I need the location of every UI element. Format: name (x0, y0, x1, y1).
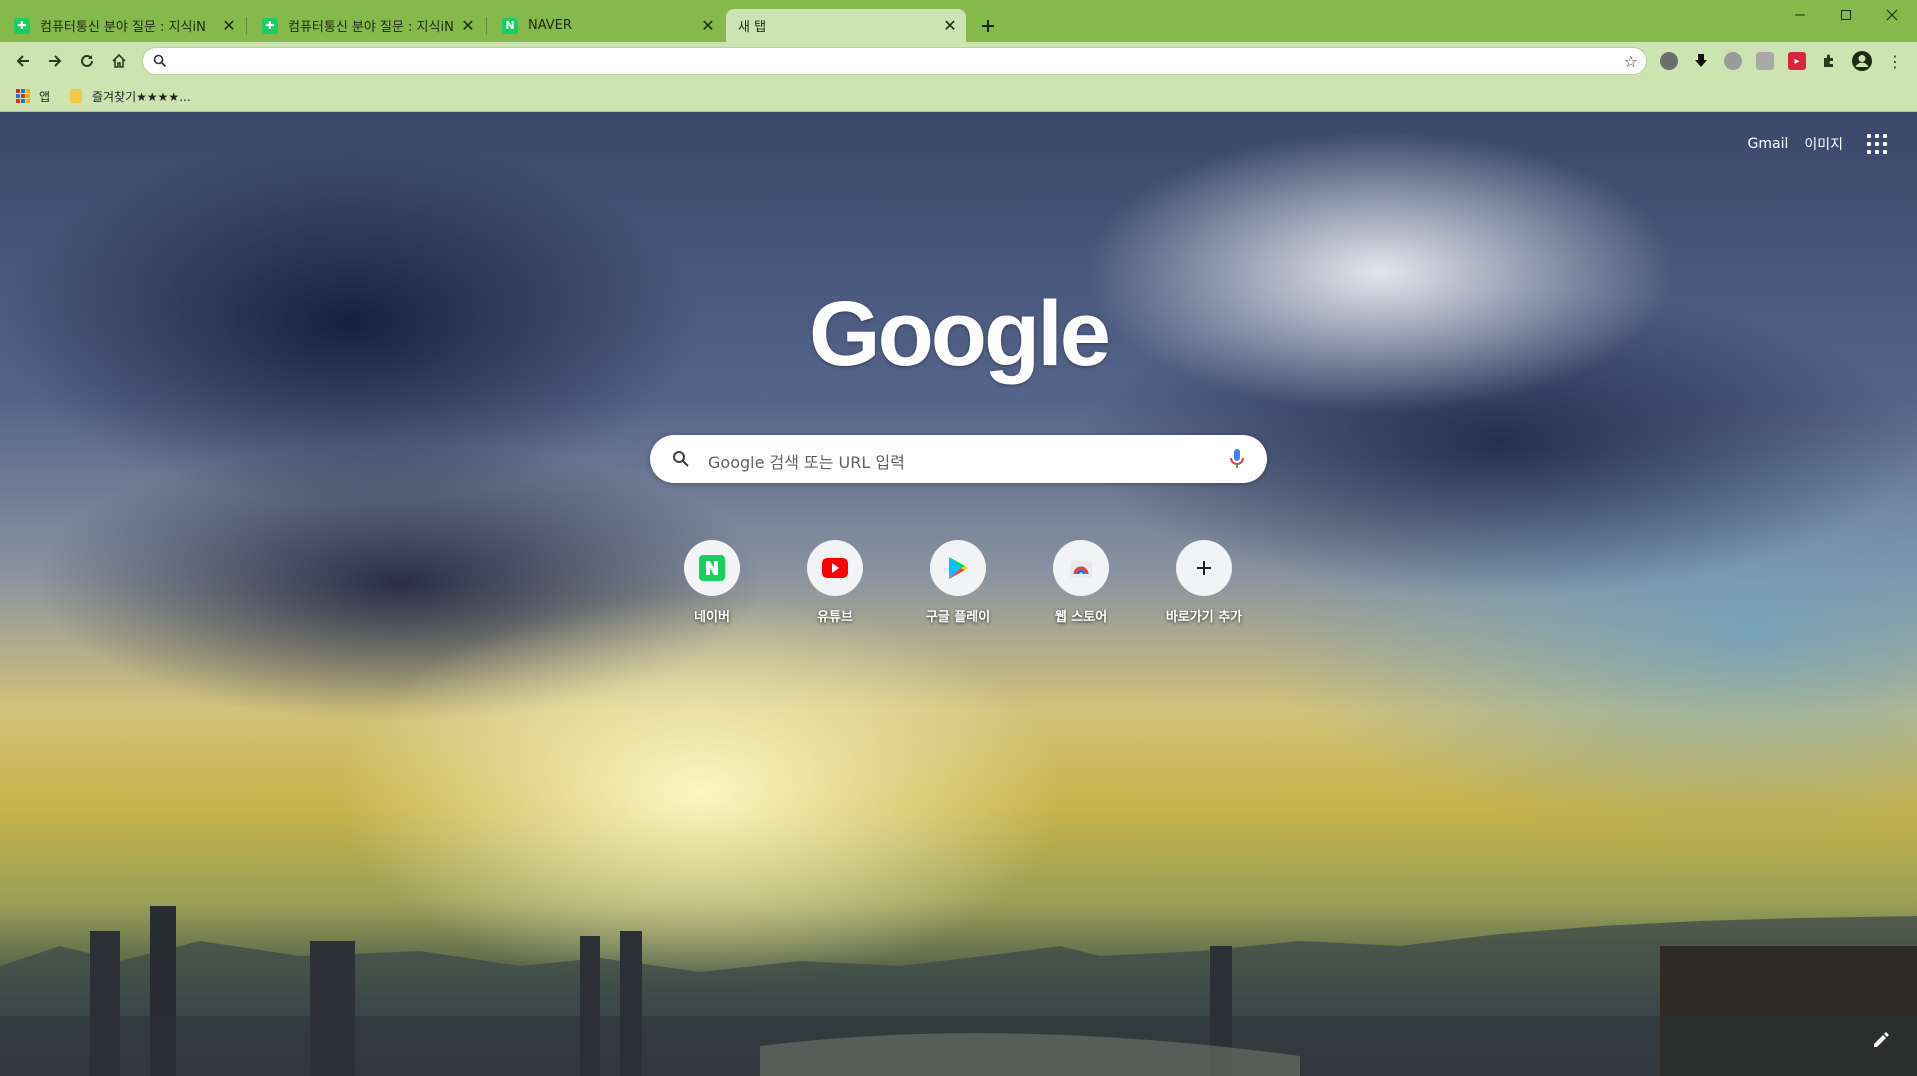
images-link[interactable]: 이미지 (1804, 134, 1843, 154)
background-cityscape (0, 906, 1917, 1076)
pencil-icon[interactable] (1871, 1030, 1891, 1050)
shortcut-label: 구글 플레이 (925, 610, 991, 625)
bookmark-folder-label: 즐겨찾기★★★★... (92, 89, 191, 104)
reload-button[interactable] (74, 48, 100, 74)
tab-separator (486, 17, 487, 35)
apps-icon (16, 89, 30, 103)
google-play-icon (949, 557, 968, 579)
omnibox-input[interactable] (175, 51, 1595, 71)
naver-icon: N (502, 17, 518, 34)
home-icon (112, 53, 126, 68)
plus-icon (982, 20, 994, 32)
close-icon[interactable]: ✕ (219, 16, 239, 36)
add-shortcut-button[interactable]: 바로가기 추가 (1148, 540, 1260, 625)
close-window-button[interactable] (1869, 0, 1915, 30)
extension-icon-5[interactable]: ▸ (1788, 52, 1806, 70)
tab-strip: ✚ 컴퓨터통신 분야 질문 : 지식iN ✕ ✚ 컴퓨터통신 분야 질문 : 지… (0, 0, 1917, 42)
tab-separator (246, 17, 247, 35)
close-icon[interactable]: ✕ (940, 16, 960, 36)
menu-icon[interactable]: ⋮ (1886, 52, 1904, 71)
extension-icon-3[interactable] (1724, 52, 1742, 70)
new-tab-page: Gmail 이미지 Google Google 검색 또는 URL 입력 네이버… (0, 112, 1917, 1076)
apps-bookmark[interactable]: 앱 (16, 87, 50, 105)
gmail-link[interactable]: Gmail (1748, 136, 1789, 152)
shortcut-google-play[interactable]: 구글 플레이 (902, 540, 1014, 625)
account-icon (1852, 51, 1872, 71)
shortcut-web-store[interactable]: 웹 스토어 (1025, 540, 1137, 625)
youtube-icon (822, 558, 848, 578)
tab-kin-2[interactable]: ✚ 컴퓨터통신 분야 질문 : 지식iN ✕ (248, 9, 484, 42)
bookmark-folder[interactable]: 즐겨찾기★★★★... (70, 87, 191, 105)
close-icon (1886, 9, 1898, 21)
apps-label: 앱 (39, 89, 51, 104)
close-icon[interactable]: ✕ (698, 16, 718, 36)
toolbar: ☆ ▸ ⋮ (0, 42, 1917, 80)
extension-icon-1[interactable] (1660, 52, 1678, 70)
shortcut-youtube[interactable]: 유튜브 (779, 540, 891, 625)
bookmarks-bar: 앱 즐겨찾기★★★★... (0, 80, 1917, 112)
tab-kin-1[interactable]: ✚ 컴퓨터통신 분야 질문 : 지식iN ✕ (0, 9, 245, 42)
shortcut-label: 유튜브 (817, 610, 853, 625)
profile-avatar[interactable] (1851, 50, 1873, 72)
download-icon[interactable] (1692, 52, 1710, 70)
star-icon[interactable]: ☆ (1624, 52, 1638, 71)
shortcut-label: 바로가기 추가 (1165, 610, 1243, 625)
close-icon[interactable]: ✕ (458, 16, 478, 36)
tab-naver[interactable]: N NAVER ✕ (488, 9, 724, 42)
naver-kin-icon: ✚ (262, 17, 278, 34)
omnibox[interactable]: ☆ (142, 47, 1647, 75)
shortcut-naver[interactable]: 네이버 (656, 540, 768, 625)
search-icon (153, 54, 167, 68)
microphone-icon[interactable] (1229, 447, 1245, 471)
forward-arrow-icon (49, 55, 62, 67)
google-logo: Google (809, 283, 1111, 385)
tab-title: NAVER (528, 18, 572, 33)
plus-icon (1197, 561, 1211, 575)
back-button[interactable] (10, 48, 36, 74)
home-button[interactable] (106, 48, 132, 74)
maximize-button[interactable] (1823, 0, 1869, 30)
shortcut-label: 네이버 (694, 610, 730, 625)
forward-button[interactable] (42, 48, 68, 74)
maximize-icon (1841, 10, 1851, 20)
top-links: Gmail 이미지 (1748, 134, 1917, 154)
puzzle-icon[interactable] (1820, 52, 1838, 70)
apps-launcher-icon[interactable] (1867, 134, 1887, 154)
web-store-icon (1070, 561, 1092, 578)
search-box[interactable]: Google 검색 또는 URL 입력 (650, 435, 1267, 483)
tab-title: 컴퓨터통신 분야 질문 : 지식iN (40, 20, 206, 35)
reload-icon (81, 54, 93, 67)
new-tab-button[interactable] (976, 14, 1000, 38)
extension-icon-4[interactable] (1756, 52, 1774, 70)
naver-icon (699, 555, 725, 581)
shortcut-label: 웹 스토어 (1054, 610, 1108, 625)
search-placeholder: Google 검색 또는 URL 입력 (708, 453, 905, 472)
back-arrow-icon (16, 55, 29, 67)
search-icon (673, 451, 689, 467)
tab-new-tab[interactable]: 새 탭 ✕ (726, 9, 966, 42)
naver-kin-icon: ✚ (14, 17, 30, 34)
tab-title: 컴퓨터통신 분야 질문 : 지식iN (288, 20, 454, 35)
minimize-button[interactable] (1777, 0, 1823, 30)
folder-icon (70, 89, 82, 103)
tab-title: 새 탭 (738, 20, 767, 35)
minimize-icon (1795, 14, 1805, 16)
